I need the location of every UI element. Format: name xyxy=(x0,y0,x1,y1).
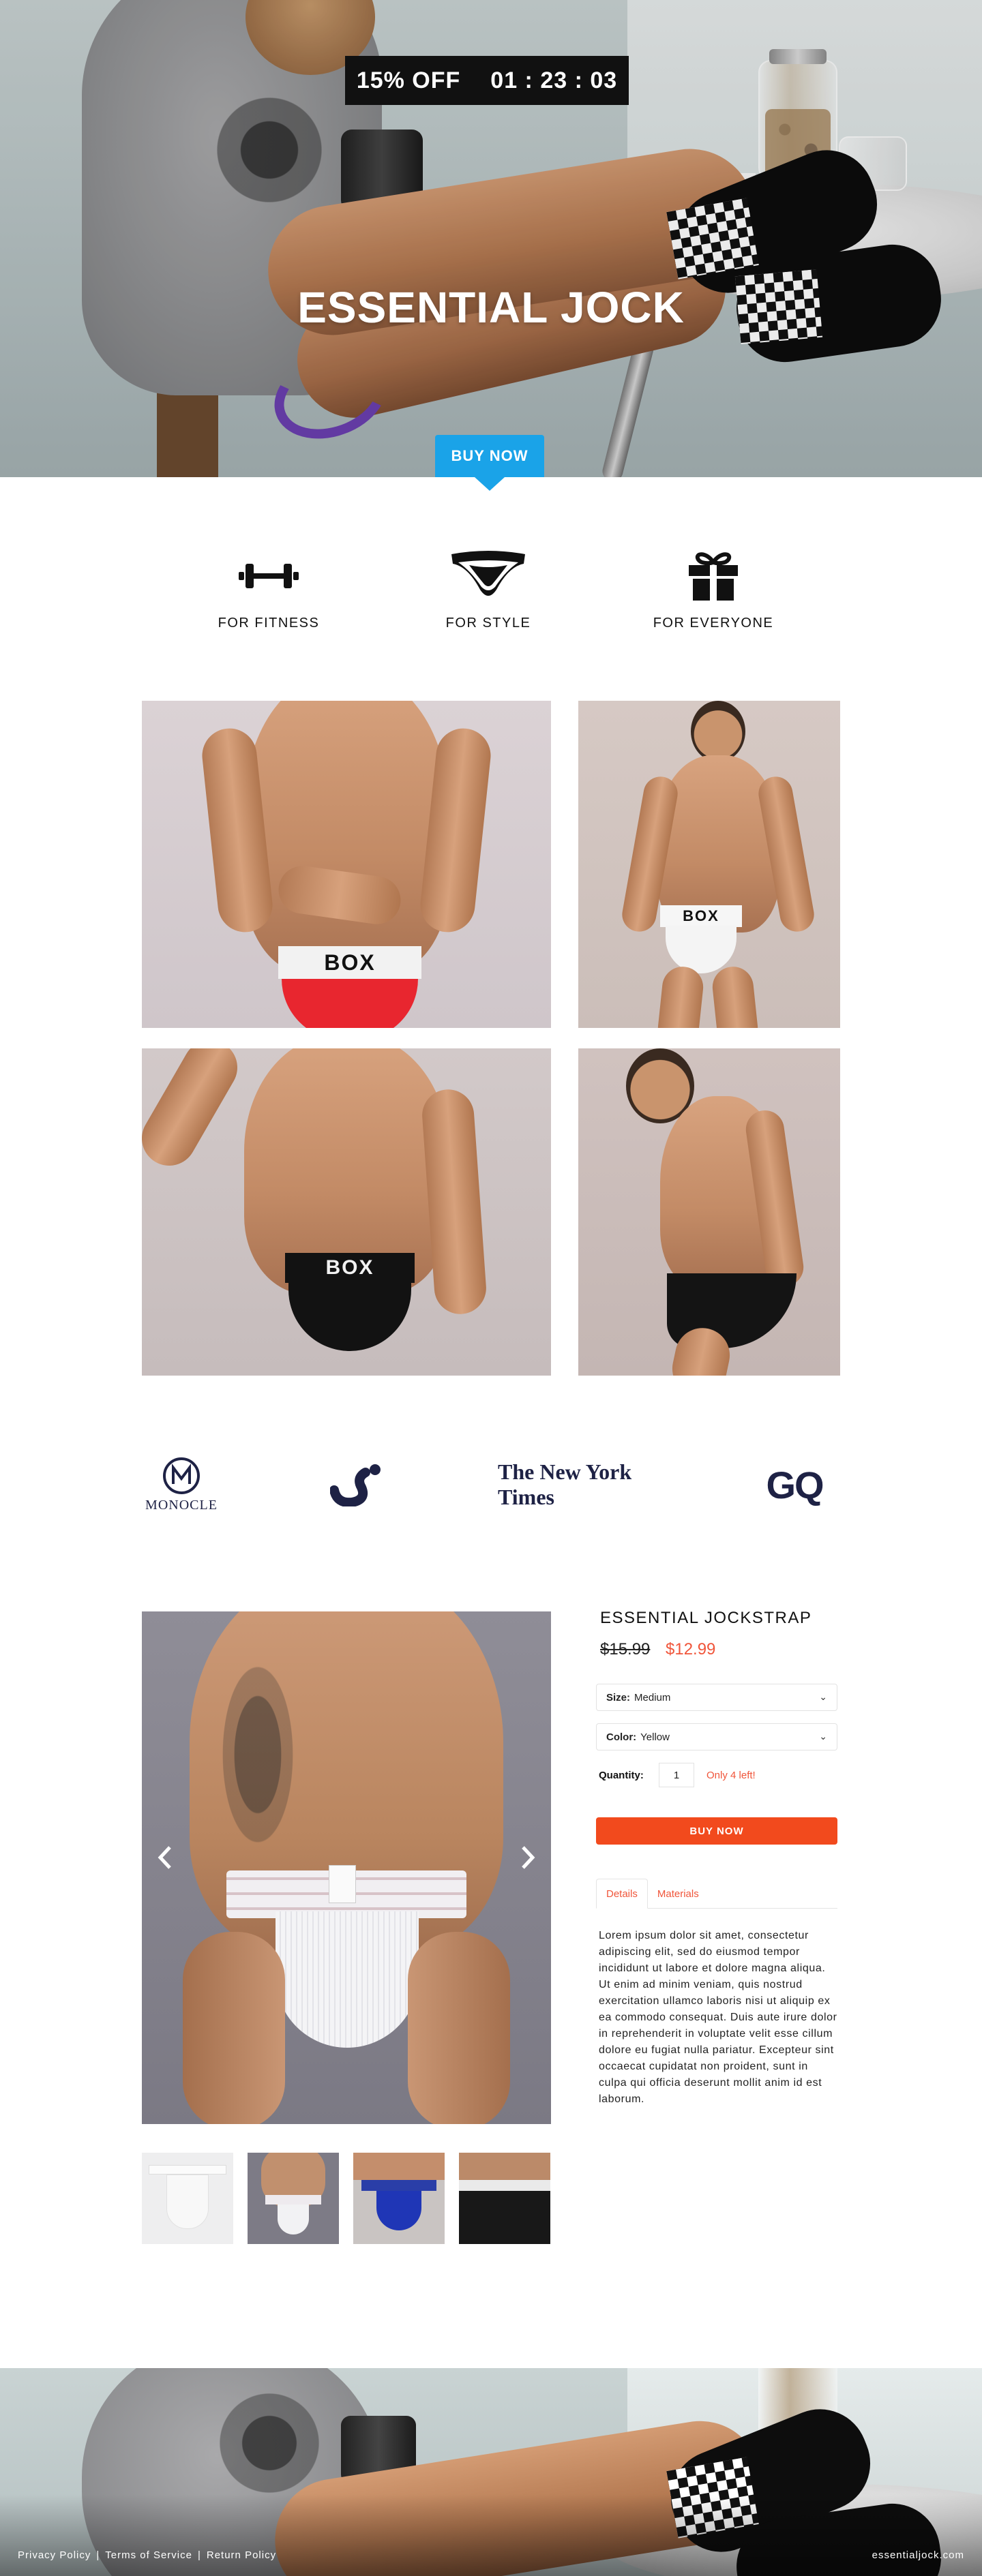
gift-icon xyxy=(625,549,802,603)
brand-s-logo-icon xyxy=(330,1464,381,1506)
size-value: Medium xyxy=(634,1691,671,1703)
buy-now-button[interactable]: BUY NOW xyxy=(596,1817,837,1845)
promo-discount: 15% OFF xyxy=(356,67,461,93)
waistband: BOX xyxy=(278,946,421,979)
feature-everyone: FOR EVERYONE xyxy=(625,549,802,631)
jockstrap-icon xyxy=(400,549,577,603)
color-value: Yellow xyxy=(640,1731,670,1743)
color-label: Color: xyxy=(606,1731,637,1743)
footer-domain: essentialjock.com xyxy=(872,2549,964,2561)
press-logo-gq: GQ xyxy=(757,1451,832,1519)
privacy-policy-link[interactable]: Privacy Policy xyxy=(18,2549,91,2561)
product-title: ESSENTIAL JOCKSTRAP xyxy=(600,1609,812,1627)
gallery-photo-side xyxy=(578,1048,840,1376)
waistband: BOX xyxy=(285,1253,415,1283)
monocle-wordmark: MONOCLE xyxy=(145,1497,218,1513)
terms-of-service-link[interactable]: Terms of Service xyxy=(105,2549,192,2561)
gallery-next-arrow-icon[interactable] xyxy=(514,1840,541,1875)
hero-buy-now-button[interactable]: BUY NOW xyxy=(435,435,544,477)
product-thumbnail-white[interactable] xyxy=(142,2153,233,2244)
size-select[interactable]: Size: Medium ⌄ xyxy=(596,1684,837,1711)
product-main-image xyxy=(142,1611,551,2124)
gallery-photo-white: BOX xyxy=(578,701,840,1028)
gallery-prev-arrow-icon[interactable] xyxy=(151,1840,179,1875)
gallery-photo-red: BOX xyxy=(142,701,551,1028)
feature-fitness: FOR FITNESS xyxy=(180,549,357,631)
countdown-timer: 01 : 23 : 03 xyxy=(490,67,618,93)
press-logo-monocle: MONOCLE xyxy=(140,1451,222,1519)
hero-title: ESSENTIAL JOCK xyxy=(297,283,685,332)
hero-banner: 15% OFF 01 : 23 : 03 ESSENTIAL JOCK BUY … xyxy=(0,0,982,477)
footer-banner xyxy=(0,2368,982,2576)
press-logo-nyt: The New York Times xyxy=(498,1451,686,1519)
footer-separator: | xyxy=(96,2549,100,2561)
dumbbell-icon xyxy=(180,549,357,603)
product-old-price: $15.99 xyxy=(600,1640,651,1658)
press-logo-s xyxy=(326,1451,391,1519)
return-policy-link[interactable]: Return Policy xyxy=(207,2549,276,2561)
product-thumbnail-model[interactable] xyxy=(248,2153,339,2244)
waistband: BOX xyxy=(660,905,742,927)
feature-style: FOR STYLE xyxy=(400,549,577,631)
footer-overlay xyxy=(0,2494,982,2576)
product-thumbnail-black[interactable] xyxy=(459,2153,550,2244)
chevron-down-icon: ⌄ xyxy=(819,1691,827,1702)
size-label: Size: xyxy=(606,1691,631,1703)
quantity-label: Quantity: xyxy=(599,1770,644,1781)
tab-materials[interactable]: Materials xyxy=(648,1879,709,1909)
promo-countdown: 15% OFF 01 : 23 : 03 xyxy=(345,56,629,105)
product-description: Lorem ipsum dolor sit amet, consectetur … xyxy=(599,1930,837,2105)
monocle-logo-icon xyxy=(163,1457,200,1494)
feature-label: FOR FITNESS xyxy=(218,616,320,631)
nyt-wordmark: The New York Times xyxy=(498,1459,632,1509)
chevron-down-icon: ⌄ xyxy=(819,1731,827,1742)
product-thumbnail-blue[interactable] xyxy=(353,2153,445,2244)
footer-links: Privacy Policy | Terms of Service | Retu… xyxy=(18,2549,276,2561)
product-sale-price: $12.99 xyxy=(666,1640,716,1658)
gq-wordmark: GQ xyxy=(766,1463,824,1506)
buy-now-pointer xyxy=(475,477,505,491)
footer-separator: | xyxy=(197,2549,201,2561)
quantity-input[interactable] xyxy=(659,1763,694,1787)
product-tabs: Details Materials xyxy=(596,1879,709,1909)
feature-label: FOR STYLE xyxy=(445,616,531,631)
color-select[interactable]: Color: Yellow ⌄ xyxy=(596,1723,837,1751)
gallery-photo-black: BOX xyxy=(142,1048,551,1376)
tab-details[interactable]: Details xyxy=(596,1879,648,1909)
stock-notice: Only 4 left! xyxy=(706,1770,756,1781)
feature-label: FOR EVERYONE xyxy=(653,616,774,631)
